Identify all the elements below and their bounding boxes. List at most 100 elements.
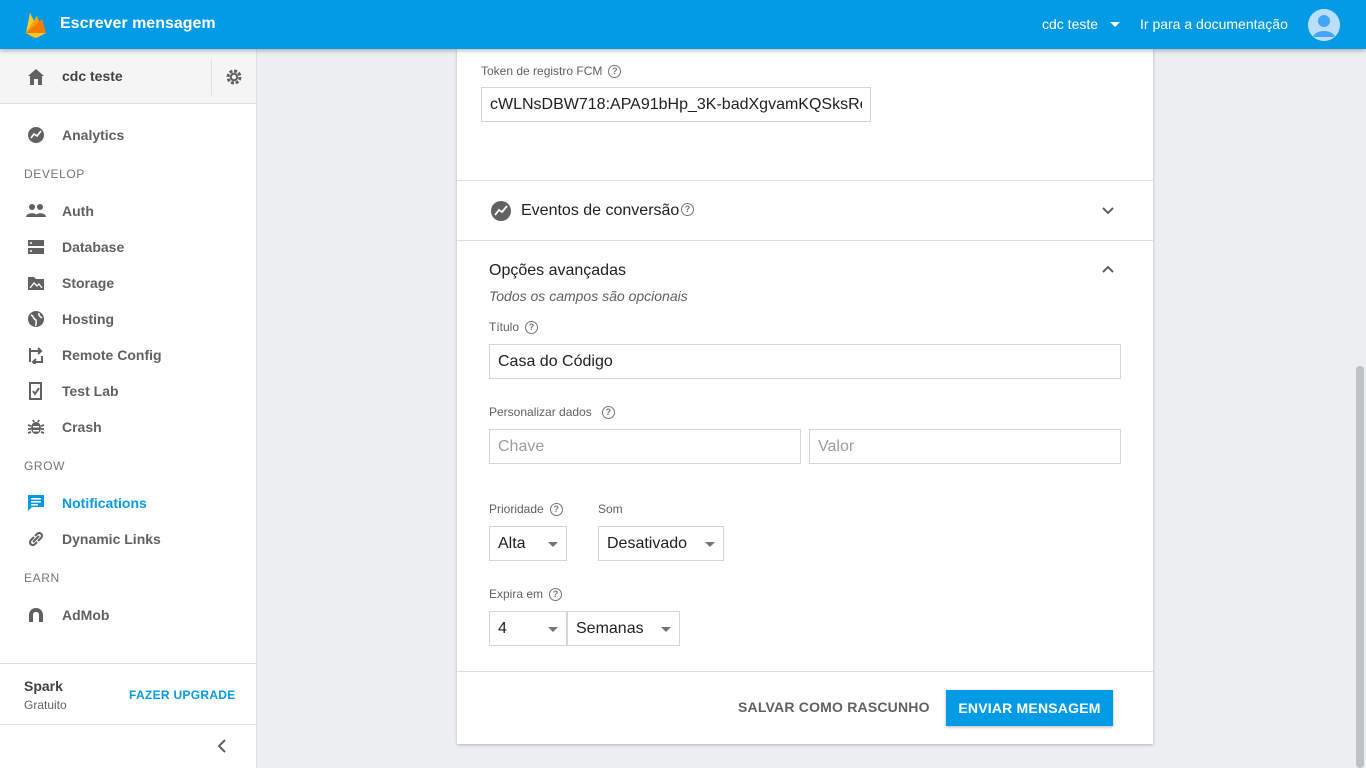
firebase-logo-icon[interactable] [24,11,48,39]
storage-icon [26,273,46,293]
avatar[interactable] [1308,9,1340,41]
title-input[interactable] [489,344,1121,379]
sidebar-item-remote-config[interactable]: Remote Config [0,337,256,373]
remote-config-icon [26,345,46,365]
sidebar-item-label: Crash [62,419,102,435]
sidebar-item-label: Notifications [62,495,147,511]
conversion-events-title: Eventos de conversão [521,202,680,219]
caret-down-icon [1110,21,1121,27]
gear-icon[interactable] [225,68,243,86]
expires-label-text: Expira em [489,587,544,601]
sidebar-footer: Spark Gratuito FAZER UPGRADE [0,663,256,768]
sidebar-home[interactable]: cdc teste [0,49,256,104]
analytics-icon [491,201,511,221]
priority-label-text: Prioridade [489,502,544,516]
dropdown-arrow-icon [548,542,558,547]
user-avatar-icon [1308,9,1340,41]
top-app-bar: Escrever mensagem cdc teste Ir para a do… [0,0,1366,49]
sound-label: Som [598,502,623,516]
project-selector[interactable]: cdc teste [1042,16,1121,32]
bug-icon [26,417,46,437]
sidebar-item-database[interactable]: Database [0,229,256,265]
sidebar-item-label: Dynamic Links [62,531,161,547]
plan-subtitle: Gratuito [24,698,67,712]
globe-icon [26,309,46,329]
help-icon[interactable]: ? [525,320,539,334]
plan-name: Spark [24,678,63,694]
sidebar-item-label: Auth [62,203,94,219]
help-icon[interactable]: ? [549,502,563,516]
sidebar: cdc teste Analytics DEVELOP Auth Databas… [0,49,257,768]
docs-link[interactable]: Ir para a documentação [1140,16,1288,32]
link-icon [26,529,46,549]
sound-select[interactable]: Desativado [598,526,724,561]
upgrade-button[interactable]: FAZER UPGRADE [129,688,236,702]
analytics-icon [26,125,46,145]
chevron-up-icon[interactable] [1100,261,1116,277]
divider [457,671,1153,672]
home-icon [28,69,44,85]
test-lab-icon [26,381,46,401]
divider [0,724,256,725]
chevron-left-icon[interactable] [212,736,232,756]
compose-message-card: Token de registro FCM ? Eventos de conve… [457,49,1153,744]
sidebar-item-auth[interactable]: Auth [0,193,256,229]
help-icon[interactable]: ? [601,405,615,419]
sidebar-item-analytics[interactable]: Analytics [0,117,256,153]
section-label-develop: DEVELOP [24,167,85,181]
sidebar-item-label: Hosting [62,311,115,327]
expires-amount-select[interactable]: 4 [489,611,567,646]
divider [211,59,212,95]
sidebar-item-crash[interactable]: Crash [0,409,256,445]
admob-icon [26,605,46,625]
sidebar-project-name: cdc teste [62,68,123,84]
sidebar-item-notifications[interactable]: Notifications [0,485,256,521]
sidebar-item-label: AdMob [62,607,110,623]
custom-data-label: Personalizar dados ? [489,405,615,419]
sidebar-item-label: Analytics [62,127,125,143]
token-label: Token de registro FCM ? [481,64,622,78]
key-input[interactable] [489,429,801,464]
priority-select-value: Alta [498,534,526,552]
expires-unit-select[interactable]: Semanas [567,611,680,646]
save-draft-button[interactable]: SALVAR COMO RASCUNHO [738,699,930,715]
section-label-grow: GROW [24,459,66,473]
sidebar-item-label: Remote Config [62,347,162,363]
expires-amount-value: 4 [498,619,507,637]
title-label-text: Título [489,320,520,334]
sidebar-item-dynamic-links[interactable]: Dynamic Links [0,521,256,557]
people-icon [26,201,46,221]
sidebar-item-hosting[interactable]: Hosting [0,301,256,337]
chevron-down-icon[interactable] [1100,203,1116,219]
sidebar-item-test-lab[interactable]: Test Lab [0,373,256,409]
advanced-options-subtitle: Todos os campos são opcionais [489,288,688,304]
custom-data-label-text: Personalizar dados [489,405,592,419]
sidebar-item-label: Database [62,239,125,255]
help-icon[interactable]: ? [608,64,622,78]
notifications-icon [26,493,46,513]
sidebar-item-label: Storage [62,275,115,291]
advanced-options-title[interactable]: Opções avançadas [489,262,626,280]
dropdown-arrow-icon [661,627,671,632]
priority-select[interactable]: Alta [489,526,567,561]
section-label-earn: EARN [24,571,60,585]
scrollbar-thumb[interactable] [1356,366,1364,768]
sidebar-item-admob[interactable]: AdMob [0,597,256,633]
database-icon [26,237,46,257]
sidebar-item-label: Test Lab [62,383,119,399]
dropdown-arrow-icon [548,627,558,632]
title-label: Título ? [489,320,539,334]
sound-select-value: Desativado [607,534,688,552]
help-icon[interactable]: ? [681,203,694,216]
help-icon[interactable]: ? [549,587,563,601]
conversion-events-header[interactable]: Eventos de conversão ? [457,181,1153,240]
fcm-token-input[interactable] [481,87,871,122]
send-message-button[interactable]: ENVIAR MENSAGEM [946,690,1113,726]
priority-label: Prioridade ? [489,502,563,516]
expires-label: Expira em ? [489,587,563,601]
value-input[interactable] [809,429,1121,464]
project-selector-label: cdc teste [1042,16,1099,32]
sidebar-item-storage[interactable]: Storage [0,265,256,301]
divider [457,240,1153,241]
expires-unit-value: Semanas [576,619,644,637]
